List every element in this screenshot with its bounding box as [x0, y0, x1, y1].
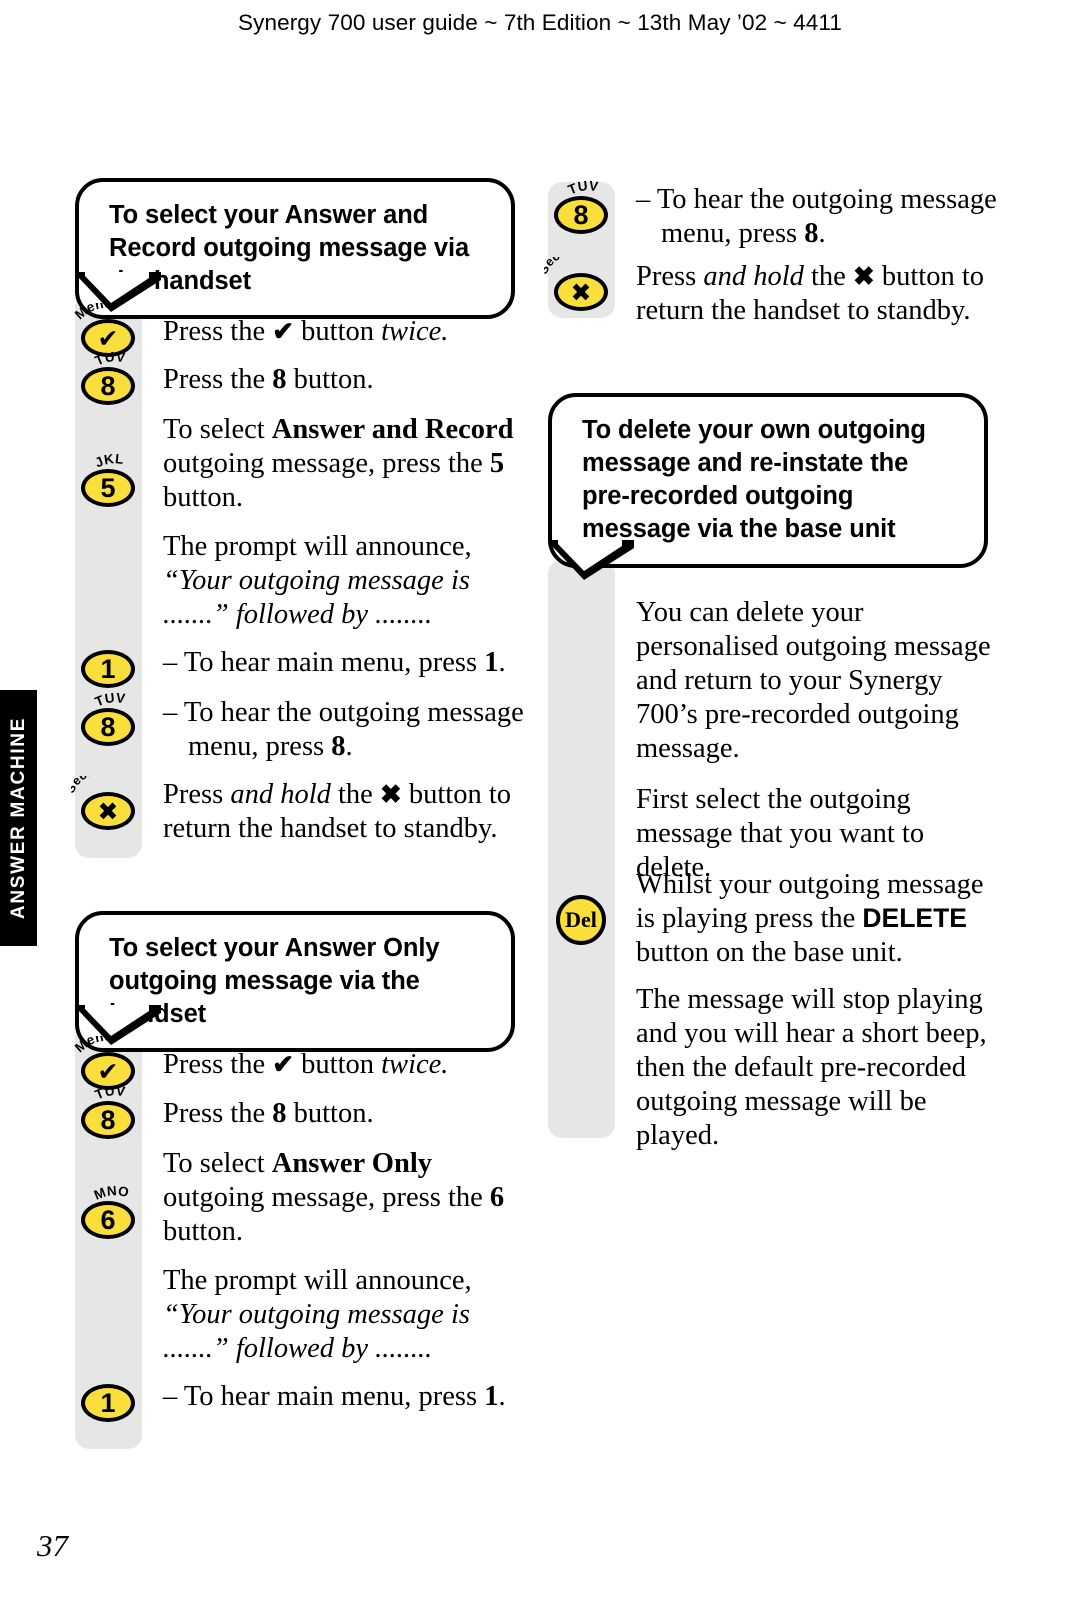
8-key[interactable]: TUV 8: [77, 1085, 139, 1143]
svg-text:TUV: TUV: [93, 351, 126, 368]
secrecy-key-glyph: ✖: [570, 277, 592, 307]
step-text: Press and hold the ✖ button to return th…: [636, 261, 984, 327]
step-text: – To hear the outgoing message menu, pre…: [636, 184, 997, 250]
1-key-digit: 1: [100, 653, 116, 684]
del-key[interactable]: Del: [553, 892, 609, 948]
8-key-digit: 8: [100, 711, 116, 742]
secrecy-key[interactable]: Secrecy ✖: [71, 776, 139, 834]
step-text: The prompt will announce, “Your outgoing…: [163, 1265, 472, 1365]
step-text: Press the ✔ button twice.: [163, 316, 449, 347]
step-text: To select Answer and Record outgoing mes…: [163, 414, 514, 514]
running-head: Synergy 700 user guide ~ 7th Edition ~ 1…: [238, 10, 842, 35]
section-tab-answer-machine: ANSWER MACHINE: [0, 690, 37, 946]
6-key-digit: 6: [100, 1204, 116, 1235]
secrecy-key-glyph: ✖: [97, 796, 119, 826]
8-key-digit: 8: [100, 370, 116, 401]
svg-text:JKL: JKL: [93, 453, 125, 470]
8-key[interactable]: TUV 8: [550, 180, 612, 238]
secrecy-key[interactable]: Secrecy ✖: [544, 257, 612, 315]
callout-tail-delete-outgoing: [550, 540, 636, 586]
step-text: – To hear main menu, press 1.: [163, 647, 506, 678]
del-key-label: Del: [565, 907, 597, 932]
svg-text:TUV: TUV: [566, 180, 599, 197]
step-text: The prompt will announce, “Your outgoing…: [163, 531, 472, 631]
step-text: Press the 8 button.: [163, 364, 374, 395]
keypad-rail-delete: [548, 560, 615, 1138]
step-text: Whilst your outgoing message is playing …: [636, 869, 984, 969]
section-tab-label: ANSWER MACHINE: [7, 716, 29, 920]
8-key[interactable]: TUV 8: [77, 351, 139, 409]
svg-text:TUV: TUV: [93, 692, 126, 709]
callout-text: To select your Answer and Record outgoin…: [109, 201, 470, 296]
step-text: Press the 8 button.: [163, 1098, 374, 1129]
step-text: To select Answer Only outgoing message, …: [163, 1148, 505, 1248]
6-key[interactable]: MNO 6: [77, 1185, 139, 1243]
step-text: Press the ✔ button twice.: [163, 1049, 449, 1080]
5-key[interactable]: JKL 5: [77, 453, 139, 511]
8-key-digit: 8: [573, 199, 589, 230]
step-text: – To hear main menu, press 1.: [163, 1381, 506, 1412]
1-key[interactable]: 1: [77, 646, 139, 692]
1-key-digit: 1: [100, 1387, 116, 1418]
step-text: Press and hold the ✖ button to return th…: [163, 779, 511, 845]
8-key-digit: 8: [100, 1104, 116, 1135]
step-text: You can delete your personalised outgoin…: [636, 597, 991, 765]
page-number: 37: [37, 1528, 68, 1563]
5-key-digit: 5: [100, 472, 116, 503]
step-text: – To hear the outgoing message menu, pre…: [163, 697, 524, 763]
callout-text: To delete your own outgoing message and …: [582, 416, 926, 544]
1-key[interactable]: 1: [77, 1380, 139, 1426]
step-text: The message will stop playing and you wi…: [636, 984, 987, 1152]
svg-text:TUV: TUV: [93, 1085, 126, 1102]
8-key[interactable]: TUV 8: [77, 692, 139, 750]
